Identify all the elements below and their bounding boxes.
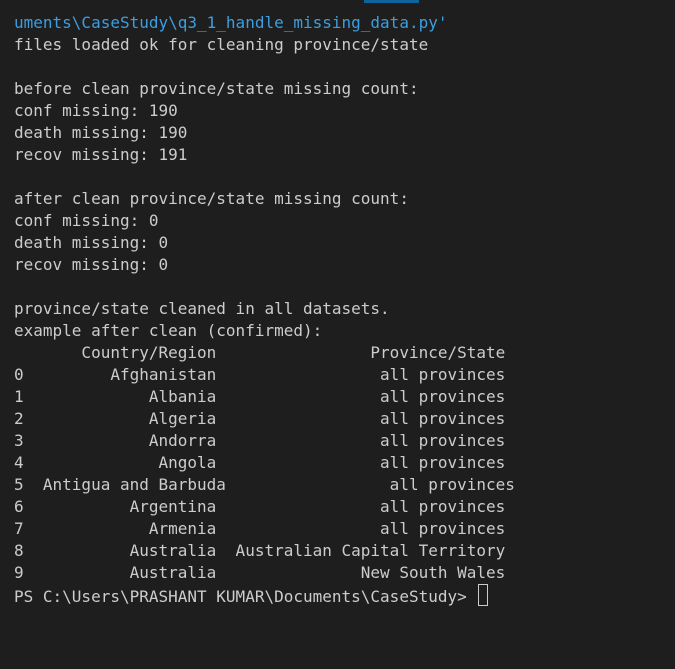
example-title: example after clean (confirmed): (14, 321, 323, 340)
prompt-line[interactable]: PS C:\Users\PRASHANT KUMAR\Documents\Cas… (14, 584, 675, 606)
active-tab-indicator (364, 0, 419, 3)
before-recov: recov missing: 191 (14, 145, 188, 164)
table-row: 4 Angola all provinces (14, 453, 506, 472)
after-recov: recov missing: 0 (14, 255, 169, 274)
cleaned-message: province/state cleaned in all datasets. (14, 299, 390, 318)
output-loaded: files loaded ok for cleaning province/st… (14, 35, 429, 54)
cursor-block[interactable] (478, 584, 489, 606)
after-death: death missing: 0 (14, 233, 169, 252)
before-title: before clean province/state missing coun… (14, 79, 419, 98)
table-row: 5 Antigua and Barbuda all provinces (14, 475, 515, 494)
command-line-tail: uments\CaseStudy\q3_1_handle_missing_dat… (14, 13, 448, 32)
table-row: 1 Albania all provinces (14, 387, 506, 406)
terminal-panel[interactable]: uments\CaseStudy\q3_1_handle_missing_dat… (0, 0, 675, 669)
table-row: 2 Algeria all provinces (14, 409, 506, 428)
table-row: 7 Armenia all provinces (14, 519, 506, 538)
before-conf: conf missing: 190 (14, 101, 178, 120)
before-death: death missing: 190 (14, 123, 188, 142)
table-row: 3 Andorra all provinces (14, 431, 506, 450)
table-header: Country/Region Province/State (14, 343, 506, 362)
table-row: 8 Australia Australian Capital Territory (14, 541, 506, 560)
after-title: after clean province/state missing count… (14, 189, 409, 208)
table-row: 0 Afghanistan all provinces (14, 365, 506, 384)
prompt-text: PS C:\Users\PRASHANT KUMAR\Documents\Cas… (14, 587, 477, 606)
after-conf: conf missing: 0 (14, 211, 159, 230)
table-row: 9 Australia New South Wales (14, 563, 506, 582)
table-row: 6 Argentina all provinces (14, 497, 506, 516)
